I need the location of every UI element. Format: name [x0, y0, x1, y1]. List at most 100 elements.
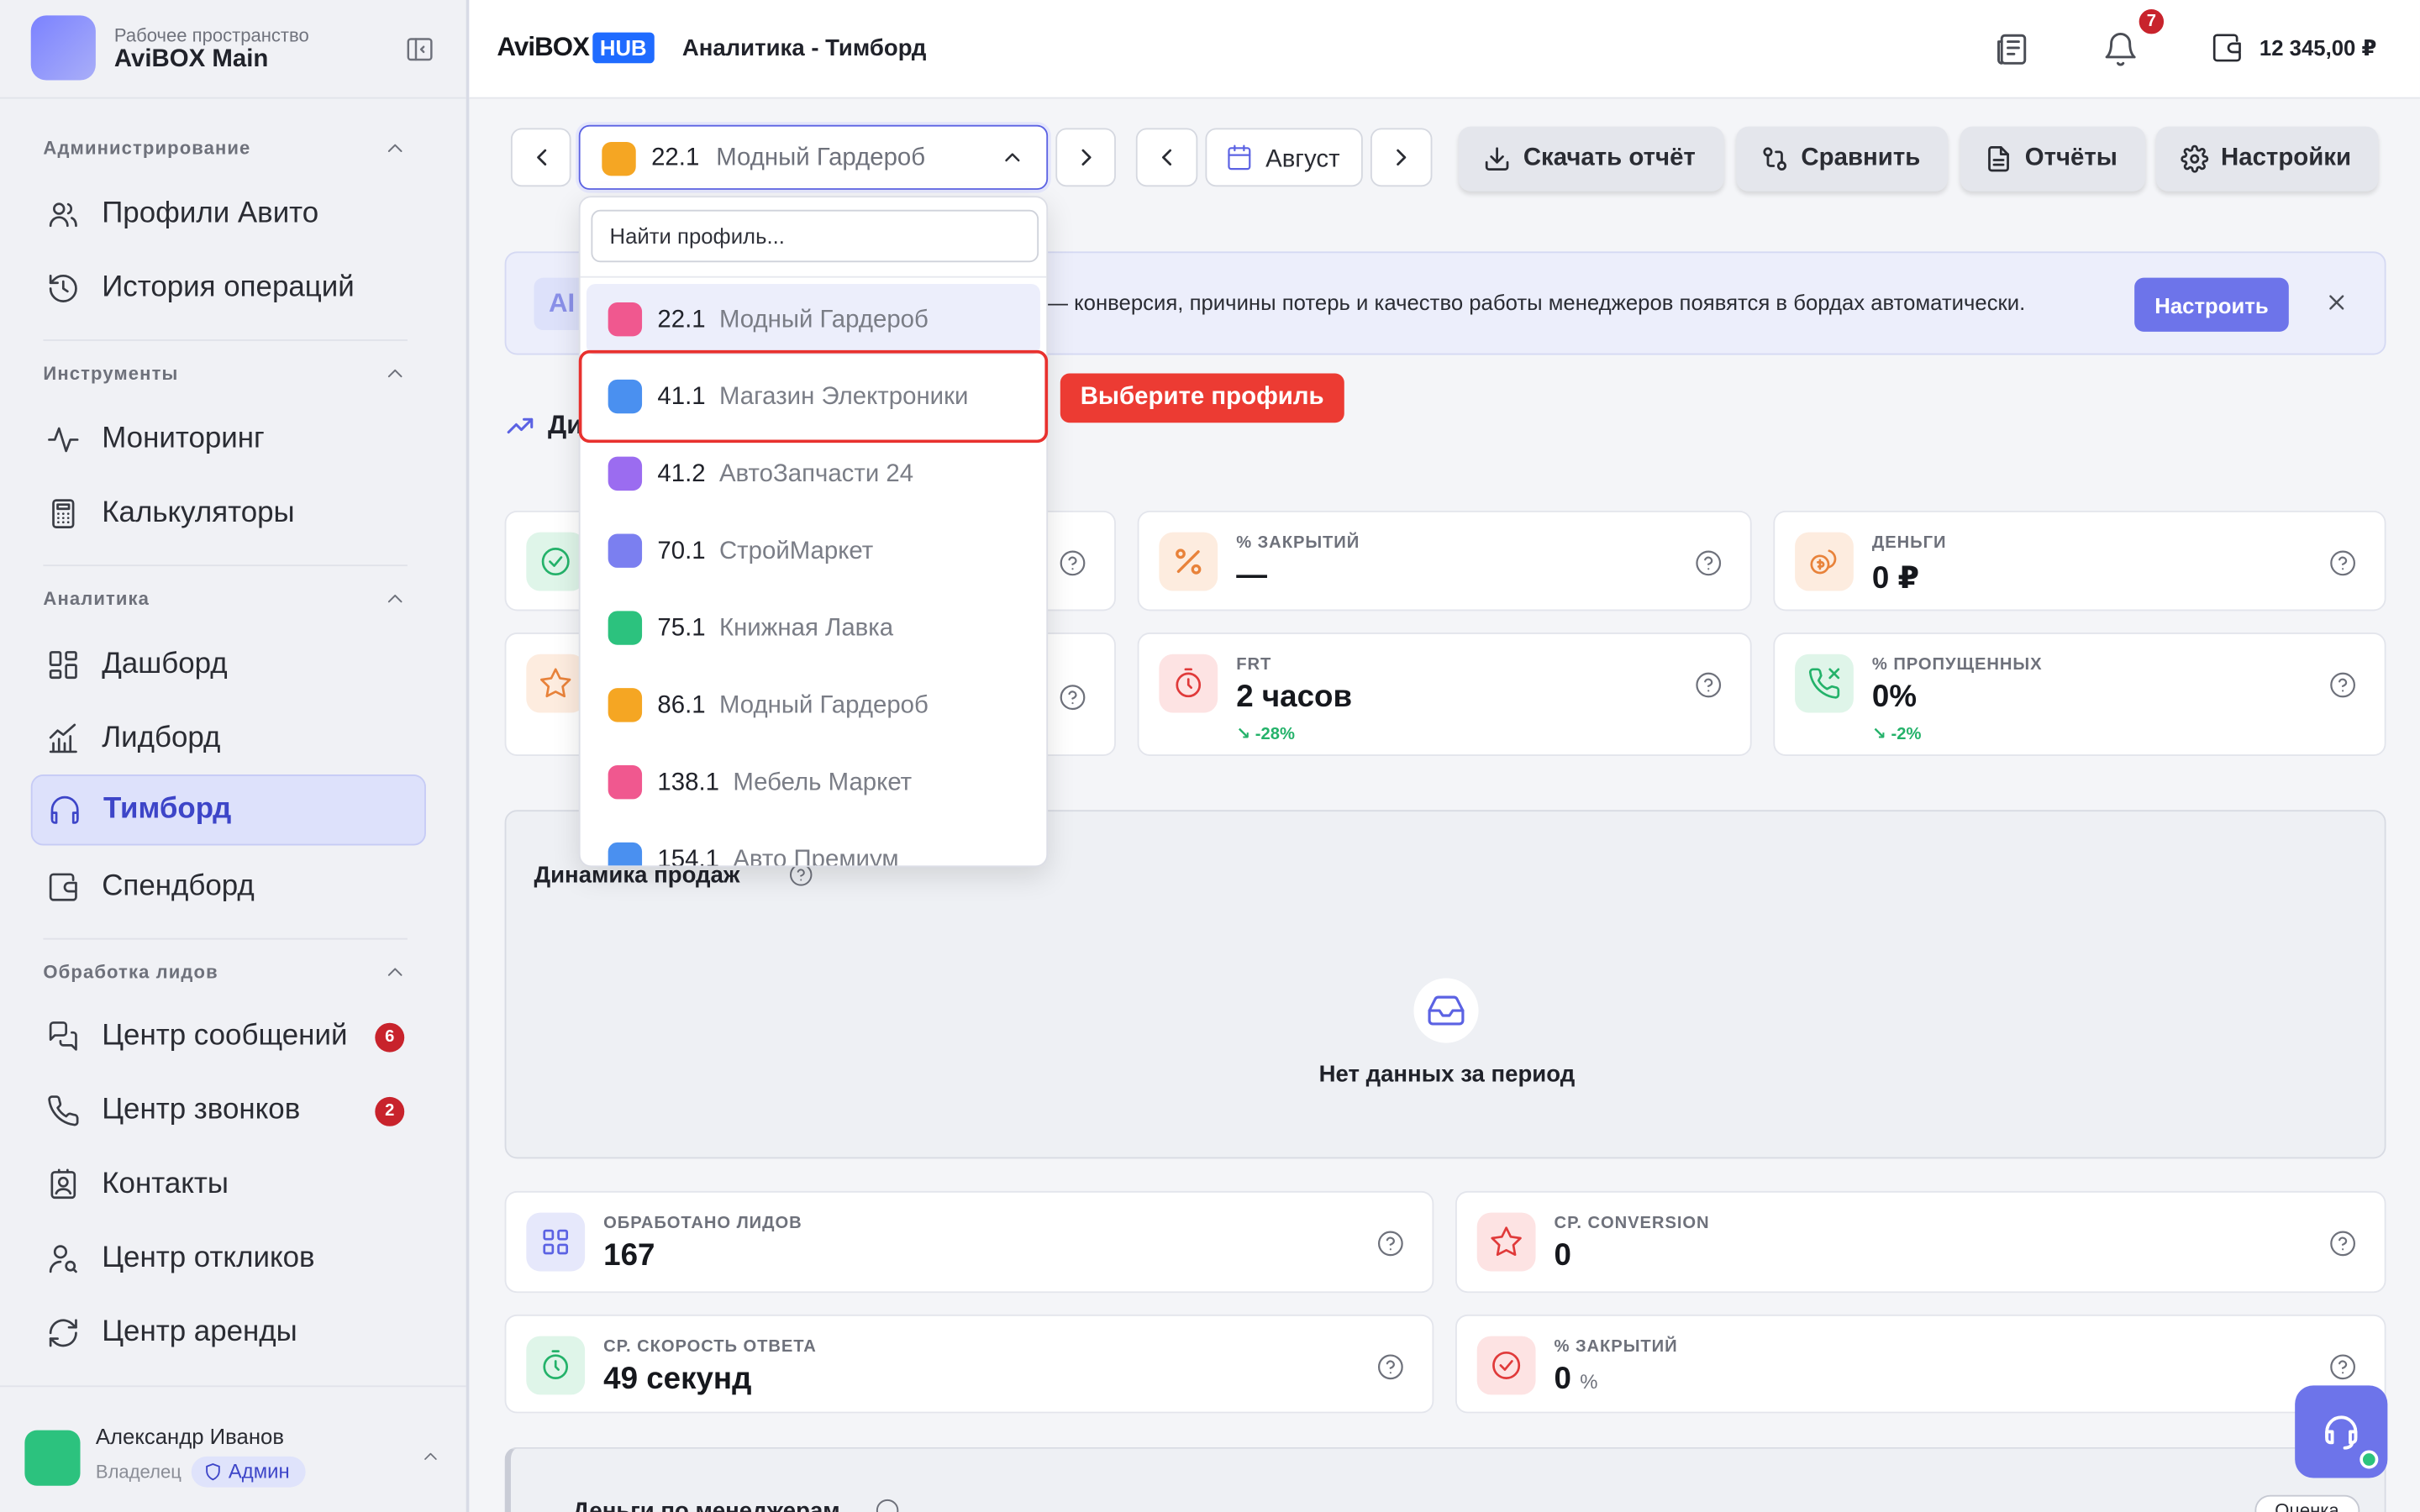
role-badge-label: Админ	[228, 1459, 290, 1483]
profile-option-number: 138.1	[657, 769, 719, 796]
profile-option-name: Авто Премиум	[733, 847, 899, 868]
section-tools[interactable]: Инструменты	[43, 358, 407, 389]
rating-button[interactable]: Оценка	[2254, 1494, 2360, 1512]
help-icon[interactable]	[1376, 1353, 1404, 1381]
headset-icon	[2320, 1410, 2363, 1453]
user-name: Александр Иванов	[95, 1424, 285, 1449]
configure-button[interactable]: Настроить	[2134, 277, 2289, 332]
logo-text: AviBOX	[497, 32, 590, 62]
month-label: Август	[1265, 146, 1340, 173]
coins-icon	[1795, 532, 1854, 591]
sidebar-item-label: История операций	[102, 271, 355, 304]
role-badge: Админ	[191, 1456, 306, 1488]
section-leads[interactable]: Обработка лидов	[43, 957, 407, 988]
divider	[43, 339, 408, 341]
help-icon[interactable]	[1059, 549, 1086, 577]
balance-widget[interactable]: 12 345,00 ₽	[2210, 31, 2376, 65]
divider	[43, 937, 408, 940]
user-search-icon	[31, 1242, 102, 1276]
metric-card-money: ДЕНЬГИ 0 ₽	[1773, 510, 2386, 612]
sidebar-item-messages[interactable]: Центр сообщений 6	[31, 1001, 426, 1072]
sidebar-item-responses[interactable]: Центр откликов	[31, 1224, 426, 1294]
chevron-left-icon	[1153, 144, 1181, 171]
support-button[interactable]	[2295, 1385, 2388, 1478]
help-icon[interactable]	[1695, 549, 1723, 577]
help-icon[interactable]	[2329, 549, 2357, 577]
section-admin[interactable]: Администрирование	[43, 133, 407, 164]
contacts-icon	[31, 1168, 102, 1201]
page-title: Аналитика - Тимборд	[681, 35, 927, 62]
workspace-switcher[interactable]: Рабочее пространство AviBOX Main	[30, 15, 448, 83]
sidebar-item-contacts[interactable]: Контакты	[31, 1149, 426, 1220]
sidebar-item-history[interactable]: История операций	[31, 253, 426, 323]
empty-state-text: Нет данных за период	[1318, 1061, 1576, 1088]
user-profile-menu[interactable]: Александр Иванов Владелец Админ	[0, 1385, 466, 1512]
section-title: Аналитика	[43, 587, 150, 610]
sidebar-item-avito-profiles[interactable]: Профили Авито	[31, 179, 426, 249]
prev-profile-button[interactable]	[510, 128, 571, 187]
sidebar-item-rental[interactable]: Центр аренды	[31, 1298, 426, 1368]
help-icon[interactable]	[1059, 684, 1086, 711]
help-icon[interactable]	[2329, 671, 2357, 699]
metric-card-response-speed: СР. СКОРОСТЬ ОТВЕТА 49 секунд	[504, 1314, 1434, 1414]
profile-option-label: 22.1 Модный Гардероб	[657, 307, 928, 335]
reports-button[interactable]: Отчёты	[1960, 126, 2145, 192]
profile-search-input[interactable]	[591, 209, 1039, 263]
profile-select[interactable]: 22.1 Модный Гардероб	[578, 124, 1049, 190]
profile-option[interactable]: 154.1 Авто Премиум	[587, 824, 1040, 868]
help-icon[interactable]	[2329, 1353, 2357, 1381]
help-icon[interactable]	[2329, 1230, 2357, 1257]
star-icon	[1476, 1212, 1536, 1272]
bell-icon[interactable]	[2102, 31, 2139, 68]
help-icon[interactable]	[1695, 671, 1723, 699]
sidebar-item-spendboard[interactable]: Спендборд	[31, 852, 426, 922]
wallet-icon	[31, 870, 102, 904]
sidebar-collapse-icon[interactable]	[404, 34, 435, 65]
sidebar-item-leadboard[interactable]: Лидборд	[31, 704, 426, 774]
sidebar-item-label: Центр аренды	[102, 1315, 297, 1349]
help-icon[interactable]	[875, 1498, 899, 1512]
next-profile-button[interactable]	[1055, 128, 1116, 187]
profile-option[interactable]: 22.1 Модный Гардероб	[586, 283, 1040, 355]
download-report-button[interactable]: Скачать отчёт	[1458, 126, 1723, 192]
timer-icon	[526, 1336, 586, 1395]
prev-month-button[interactable]	[1135, 128, 1198, 187]
profile-color-dot	[608, 611, 643, 645]
profile-option[interactable]: 86.1 Модный Гардероб	[587, 669, 1040, 740]
profile-option[interactable]: 70.1 СтройМаркет	[587, 515, 1040, 585]
metric-unit: %	[1580, 1369, 1598, 1394]
metric-delta: ↘ -28%	[1236, 725, 1295, 744]
next-month-button[interactable]	[1370, 128, 1433, 187]
profile-option-label: 138.1 Мебель Маркет	[657, 770, 912, 798]
compare-icon	[1761, 145, 1802, 173]
refresh-icon	[31, 1316, 102, 1350]
section-analytics[interactable]: Аналитика	[43, 583, 407, 614]
app-logo[interactable]: AviBOX HUB	[497, 32, 655, 64]
metric-card-frt: FRT 2 часов ↘ -28%	[1137, 633, 1752, 756]
missed-call-icon	[1795, 654, 1854, 713]
top-header: AviBOX HUB Аналитика - Тимборд 7 12 345,…	[469, 0, 2420, 99]
sidebar-item-label: Дашборд	[102, 648, 228, 680]
help-icon[interactable]	[1376, 1230, 1404, 1257]
unread-badge: 2	[375, 1095, 405, 1126]
metric-value: 2 часов	[1236, 680, 1353, 715]
sidebar-item-monitoring[interactable]: Мониторинг	[31, 404, 426, 475]
chart-icon	[31, 722, 102, 756]
sidebar-item-calculators[interactable]: Калькуляторы	[31, 478, 426, 549]
gear-icon	[2181, 144, 2221, 173]
sidebar-item-teamboard[interactable]: Тимборд	[30, 774, 426, 846]
sidebar-item-calls[interactable]: Центр звонков 2	[31, 1075, 426, 1146]
profile-option[interactable]: 41.2 АвтоЗапчасти 24	[587, 438, 1040, 509]
sidebar-item-dashboard[interactable]: Дашборд	[31, 629, 426, 700]
profile-option-name: СтройМаркет	[718, 538, 874, 565]
news-icon[interactable]	[1994, 31, 2031, 68]
metric-label: % ПРОПУЩЕННЫХ	[1871, 655, 2043, 675]
profile-option[interactable]: 75.1 Книжная Лавка	[587, 592, 1040, 663]
profile-option[interactable]: 138.1 Мебель Маркет	[587, 747, 1040, 817]
compare-button[interactable]: Сравнить	[1736, 126, 1949, 192]
metric-card-close-percent: % ЗАКРЫТИЙ 0 %	[1455, 1314, 2386, 1414]
settings-button[interactable]: Настройки	[2155, 126, 2380, 192]
chevron-left-icon	[527, 144, 555, 171]
month-picker[interactable]: Август	[1205, 128, 1363, 187]
close-icon[interactable]	[2324, 290, 2349, 314]
